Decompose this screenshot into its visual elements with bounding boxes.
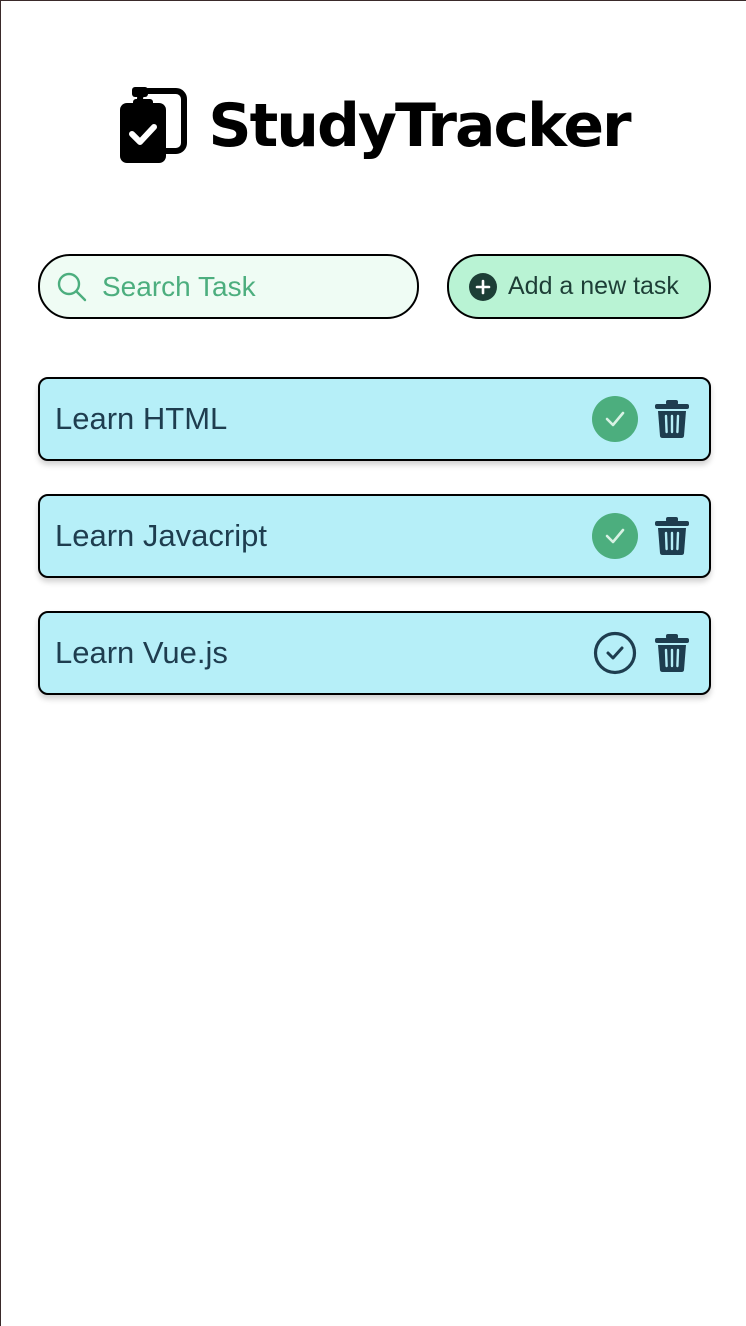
trash-icon[interactable] (654, 399, 690, 439)
task-list: Learn HTML Learn Javacript Learn Vue.js (38, 377, 711, 728)
completed-check-icon[interactable] (591, 512, 639, 560)
clipboard-check-icon (120, 87, 188, 163)
task-label: Learn HTML (55, 401, 228, 436)
toolbar: Add a new task (38, 254, 711, 319)
search-icon (57, 272, 87, 301)
add-task-label: Add a new task (508, 272, 679, 300)
app-title: StudyTracker (208, 91, 631, 161)
incomplete-check-icon[interactable] (591, 629, 639, 677)
task-label: Learn Javacript (55, 518, 267, 553)
task-label: Learn Vue.js (55, 635, 228, 670)
search-input[interactable] (102, 270, 392, 303)
add-task-button[interactable]: Add a new task (447, 254, 711, 319)
task-item: Learn Javacript (38, 494, 711, 578)
plus-circle-icon (469, 272, 497, 301)
completed-check-icon[interactable] (591, 395, 639, 443)
task-item: Learn Vue.js (38, 611, 711, 695)
trash-icon[interactable] (654, 633, 690, 673)
task-item: Learn HTML (38, 377, 711, 461)
search-box[interactable] (38, 254, 419, 319)
app-header: StudyTracker (1, 87, 746, 165)
trash-icon[interactable] (654, 516, 690, 556)
